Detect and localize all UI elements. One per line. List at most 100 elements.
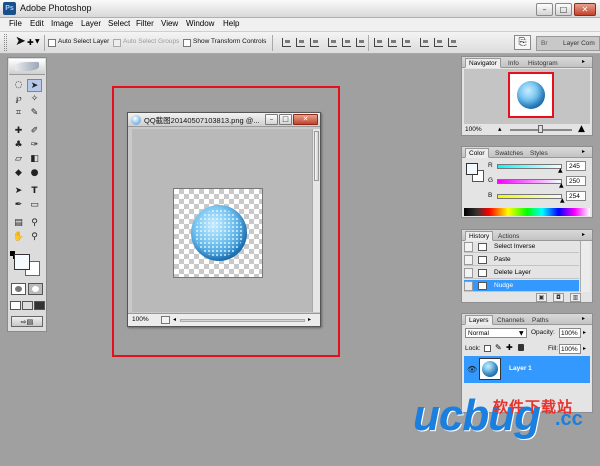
menu-file[interactable]: File: [9, 19, 22, 28]
document-maximize-button[interactable]: □: [279, 114, 292, 125]
clone-stamp-tool-icon[interactable]: ♣: [11, 139, 26, 152]
lock-position-icon[interactable]: ✚: [506, 343, 513, 352]
align-bottom-icon[interactable]: [310, 38, 319, 47]
red-channel-value[interactable]: 245: [566, 161, 586, 171]
blend-mode-select[interactable]: Normal ▼: [465, 328, 527, 338]
tab-paths[interactable]: Paths: [528, 315, 553, 325]
opacity-dropdown-icon[interactable]: ▸: [583, 329, 586, 336]
shape-tool-icon[interactable]: ▭: [27, 199, 42, 212]
menu-window[interactable]: Window: [186, 19, 214, 28]
move-tool-icon[interactable]: ➤: [27, 79, 42, 92]
history-brush-source-box[interactable]: [464, 281, 473, 291]
auto-select-layer-checkbox[interactable]: [48, 39, 56, 47]
full-screen-menu-mode-icon[interactable]: [22, 301, 33, 310]
tab-channels[interactable]: Channels: [493, 315, 528, 325]
path-selection-tool-icon[interactable]: ➤: [11, 185, 26, 198]
opacity-input[interactable]: 100%: [559, 328, 581, 338]
standard-screen-mode-icon[interactable]: [10, 301, 21, 310]
palette-well-tab-layer-comps[interactable]: Layer Com: [563, 40, 595, 47]
lock-image-icon[interactable]: ✎: [495, 343, 502, 352]
history-item-selected[interactable]: Nudge: [464, 280, 579, 292]
brush-tool-icon[interactable]: ✐: [27, 125, 42, 138]
scroll-right-icon[interactable]: ▸: [308, 316, 311, 323]
menu-edit[interactable]: Edit: [30, 19, 44, 28]
toolbox-header[interactable]: [9, 59, 45, 75]
blue-channel-value[interactable]: 254: [566, 191, 586, 201]
green-channel-slider[interactable]: [497, 179, 562, 184]
quick-mask-mode-icon[interactable]: [28, 283, 43, 295]
menu-view[interactable]: View: [161, 19, 178, 28]
transparent-canvas[interactable]: [173, 188, 263, 278]
layer-name[interactable]: Layer 1: [509, 365, 532, 372]
green-slider-thumb[interactable]: ▲: [559, 182, 564, 189]
color-foreground-swatch[interactable]: [466, 163, 478, 175]
auto-select-groups-checkbox[interactable]: [113, 39, 121, 47]
dodge-tool-icon[interactable]: ●: [27, 167, 42, 180]
history-brush-source-box[interactable]: [464, 242, 473, 252]
canvas-area[interactable]: [132, 129, 312, 312]
distribute-left-icon[interactable]: [420, 38, 429, 47]
lock-transparency-icon[interactable]: [484, 345, 491, 352]
align-left-icon[interactable]: [328, 38, 337, 47]
menu-select[interactable]: Select: [108, 19, 130, 28]
move-tool-icon[interactable]: ➤: [15, 34, 26, 49]
crop-tool-icon[interactable]: ⌗: [11, 107, 26, 120]
panel-menu-icon[interactable]: ▸: [582, 315, 585, 322]
new-document-from-state-icon[interactable]: ▣: [536, 293, 547, 302]
pen-tool-icon[interactable]: ✒: [11, 199, 26, 212]
palette-well-tab-brushes[interactable]: Br: [541, 40, 548, 47]
minimize-button[interactable]: –: [536, 3, 553, 16]
red-channel-slider[interactable]: [497, 164, 562, 169]
tool-preset-dropdown-icon[interactable]: ▼: [35, 38, 40, 45]
close-button[interactable]: ✕: [574, 3, 596, 16]
panel-menu-icon[interactable]: ▸: [582, 58, 585, 65]
healing-brush-tool-icon[interactable]: ✚: [11, 125, 26, 138]
foreground-color-swatch[interactable]: [14, 254, 30, 270]
lasso-tool-icon[interactable]: ℘: [11, 93, 26, 106]
tab-swatches[interactable]: Swatches: [491, 148, 527, 158]
trash-icon[interactable]: ▥: [570, 293, 581, 302]
align-horizontal-center-icon[interactable]: [342, 38, 351, 47]
lock-all-icon[interactable]: [518, 344, 524, 351]
zoom-in-icon[interactable]: ▲: [578, 124, 585, 134]
history-brush-tool-icon[interactable]: ✑: [27, 139, 42, 152]
align-top-icon[interactable]: [282, 38, 291, 47]
document-title-bar[interactable]: QQ截图20140507103813.png @... – □ ✕: [128, 113, 320, 127]
red-slider-thumb[interactable]: ▲: [558, 167, 563, 174]
jump-to-imageready-icon[interactable]: ⇨▤: [11, 316, 43, 327]
panel-menu-icon[interactable]: ▸: [582, 148, 585, 155]
navigator-view-box[interactable]: [508, 72, 554, 118]
green-channel-value[interactable]: 250: [566, 176, 586, 186]
blue-slider-thumb[interactable]: ▲: [560, 197, 565, 204]
distribute-bottom-icon[interactable]: [402, 38, 411, 47]
menu-image[interactable]: Image: [51, 19, 73, 28]
notes-tool-icon[interactable]: ▤: [11, 217, 26, 230]
panel-menu-icon[interactable]: ▸: [582, 231, 585, 238]
history-item[interactable]: Select Inverse: [464, 241, 579, 253]
eraser-tool-icon[interactable]: ▱: [11, 153, 26, 166]
zoom-tool-icon[interactable]: ⚲: [27, 231, 42, 244]
navigator-zoom-slider-thumb[interactable]: [538, 125, 543, 133]
full-screen-mode-icon[interactable]: [34, 301, 45, 310]
tab-info[interactable]: Info: [504, 58, 523, 68]
eyedropper-tool-icon[interactable]: ⚲: [27, 217, 42, 230]
maximize-button[interactable]: □: [555, 3, 572, 16]
standard-mode-icon[interactable]: [11, 283, 26, 295]
horizontal-scrollbar[interactable]: [180, 319, 305, 322]
vertical-scrollbar[interactable]: [312, 129, 320, 312]
distribute-vertical-center-icon[interactable]: [388, 38, 397, 47]
history-brush-source-box[interactable]: [464, 268, 473, 278]
distribute-right-icon[interactable]: [448, 38, 457, 47]
tab-history[interactable]: History: [465, 231, 494, 241]
type-tool-icon[interactable]: T: [27, 185, 42, 198]
history-item[interactable]: Delete Layer: [464, 267, 579, 279]
history-item[interactable]: Paste: [464, 254, 579, 266]
document-minimize-button[interactable]: –: [265, 114, 278, 125]
tab-histogram[interactable]: Histogram: [524, 58, 562, 68]
history-brush-source-box[interactable]: [464, 255, 473, 265]
blur-tool-icon[interactable]: ◆: [11, 167, 26, 180]
file-browser-icon[interactable]: ⎘: [514, 35, 531, 50]
slice-tool-icon[interactable]: ✎: [27, 107, 42, 120]
layer-row-selected[interactable]: 👁 Layer 1: [464, 356, 590, 383]
layer-thumbnail[interactable]: [479, 358, 501, 380]
